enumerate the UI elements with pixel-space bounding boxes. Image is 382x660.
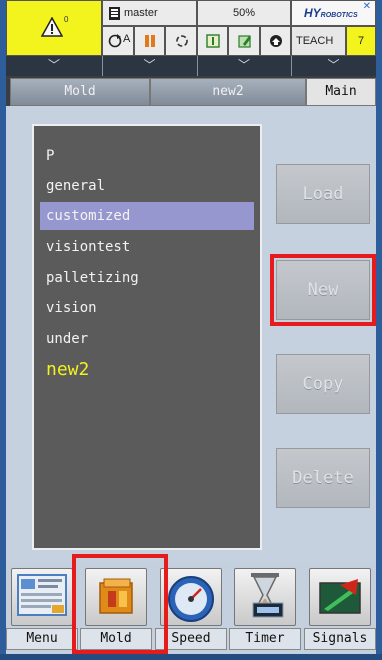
nav-speed-label: Speed (155, 628, 227, 650)
io-icon (206, 34, 220, 48)
user-indicator[interactable]: master (102, 0, 197, 26)
nav-timer[interactable]: Timer (229, 568, 301, 650)
nav-mold[interactable]: Mold (80, 568, 152, 650)
window-frame-right (376, 0, 382, 660)
nav-signals[interactable]: Signals (304, 568, 376, 650)
mold-list[interactable]: P general customized visiontest palletiz… (32, 124, 262, 550)
home-button[interactable] (260, 26, 291, 56)
pause-button[interactable] (134, 26, 165, 56)
warning-icon (41, 17, 63, 37)
user-icon (109, 7, 120, 20)
mold-panel: P general customized visiontest palletiz… (6, 106, 376, 562)
nav-mold-label: Mold (80, 628, 152, 650)
window-frame-bottom (0, 654, 382, 660)
user-name: master (124, 7, 158, 19)
alarm-indicator[interactable]: 0 (6, 0, 102, 56)
close-icon[interactable]: ✕ (363, 1, 371, 12)
mode-indicator[interactable]: TEACH (291, 26, 346, 56)
nav-signals-label: Signals (304, 628, 376, 650)
auto-mode-button[interactable]: A (102, 26, 134, 56)
list-item[interactable]: P (40, 142, 254, 170)
chevron-down-icon[interactable]: ﹀ (102, 56, 198, 76)
auto-mode-label: A (123, 33, 131, 45)
hourglass-icon (234, 568, 296, 626)
brand-name: HY (304, 6, 321, 20)
auto-mode-icon (108, 34, 122, 48)
nav-menu[interactable]: Menu (6, 568, 78, 650)
mode-value: 7 (346, 26, 376, 56)
speedometer-icon (160, 568, 222, 626)
list-item-current[interactable]: new2 (40, 356, 254, 384)
io-button[interactable] (197, 26, 228, 56)
speed-indicator[interactable]: 50% (197, 0, 291, 26)
tab-current-mold[interactable]: new2 (150, 78, 306, 106)
nav-timer-label: Timer (229, 628, 301, 650)
list-item[interactable]: palletizing (40, 264, 254, 292)
tab-main[interactable]: Main (306, 78, 376, 106)
edit-icon (238, 35, 251, 48)
new-button[interactable]: New (276, 260, 370, 320)
load-button[interactable]: Load (276, 164, 370, 224)
pause-icon (145, 35, 155, 47)
signals-icon (309, 568, 371, 626)
list-item[interactable]: under (40, 325, 254, 353)
list-item[interactable]: general (40, 172, 254, 200)
cycle-button[interactable] (165, 26, 197, 56)
tab-mold[interactable]: Mold (10, 78, 150, 106)
chevron-down-icon[interactable]: ﹀ (197, 56, 292, 76)
brand-logo: HYROBOTICS ✕ (291, 0, 376, 26)
status-bar: 0 master 50% HYROBOTICS ✕ A TEACH 7 ﹀ ﹀ … (6, 0, 376, 76)
chevron-down-icon[interactable]: ﹀ (291, 56, 376, 76)
edit-button[interactable] (228, 26, 260, 56)
dropdown-row: ﹀ ﹀ ﹀ ﹀ (6, 56, 376, 76)
alarm-count: 0 (64, 15, 69, 24)
bottom-nav: Menu Mold Speed Timer Signals (6, 554, 376, 654)
nav-menu-label: Menu (6, 628, 78, 650)
nav-speed[interactable]: Speed (155, 568, 227, 650)
chevron-down-icon[interactable]: ﹀ (6, 56, 103, 76)
menu-icon (11, 568, 73, 626)
home-icon (270, 35, 282, 47)
cycle-icon (176, 35, 188, 47)
list-item[interactable]: visiontest (40, 233, 254, 261)
copy-button[interactable]: Copy (276, 354, 370, 414)
list-item[interactable]: vision (40, 294, 254, 322)
tab-bar: Mold new2 Main (6, 78, 376, 106)
delete-button[interactable]: Delete (276, 448, 370, 508)
mold-icon (85, 568, 147, 626)
brand-suffix: ROBOTICS (320, 12, 358, 19)
list-item-selected[interactable]: customized (40, 202, 254, 230)
